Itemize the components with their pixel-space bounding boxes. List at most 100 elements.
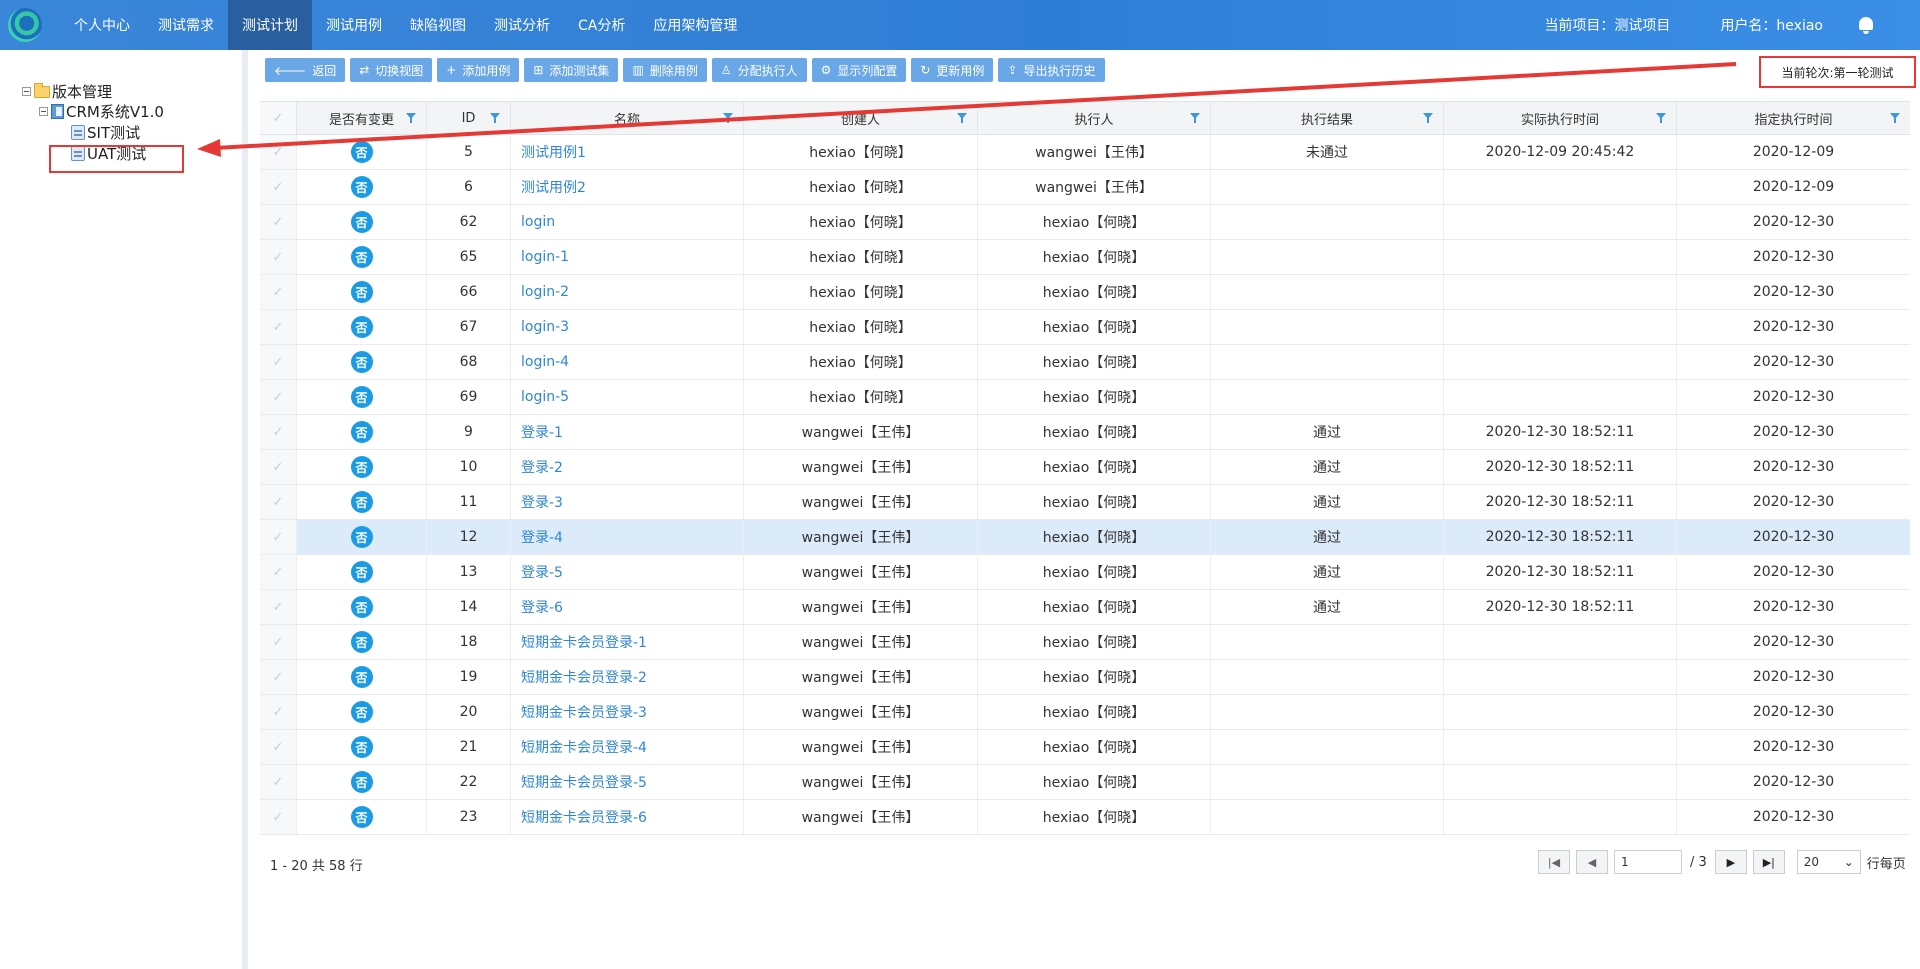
page-input[interactable]: 1 (1614, 850, 1682, 874)
cell-name-link[interactable]: 登录-2 (511, 450, 744, 484)
column-header-id[interactable]: ID (427, 102, 511, 134)
cell-name-link[interactable]: login (511, 205, 744, 239)
table-row[interactable]: ✓ 否 5 测试用例1 hexiao【何晓】 wangwei【王伟】 未通过 2020-12-… (260, 135, 1910, 170)
cell-name-link[interactable]: 短期金卡会员登录-1 (511, 625, 744, 659)
column-header-actual-time[interactable]: 实际执行时间 (1444, 102, 1677, 134)
nav-item[interactable]: 测试计划 (228, 0, 312, 50)
filter-icon[interactable] (723, 113, 733, 123)
row-checkbox[interactable]: ✓ (260, 135, 297, 169)
column-header-creator[interactable]: 创建人 (744, 102, 978, 134)
nav-item[interactable]: 缺陷视图 (396, 0, 480, 50)
table-row[interactable]: ✓ 否 12 登录-4 wangwei【王伟】 hexiao【何晓】 通过 2020-12-3… (260, 520, 1910, 555)
nav-item[interactable]: 应用架构管理 (639, 0, 751, 50)
row-checkbox[interactable]: ✓ (260, 275, 297, 309)
row-checkbox[interactable]: ✓ (260, 520, 297, 554)
filter-icon[interactable] (1890, 113, 1900, 123)
nav-item[interactable]: CA分析 (564, 0, 639, 50)
table-row[interactable]: ✓ 否 11 登录-3 wangwei【王伟】 hexiao【何晓】 通过 2020-12-3… (260, 485, 1910, 520)
column-header-name[interactable]: 名称 (511, 102, 744, 134)
select-all-checkbox[interactable]: ✓ (260, 102, 297, 134)
cell-name-link[interactable]: login-3 (511, 310, 744, 344)
cell-name-link[interactable]: login-1 (511, 240, 744, 274)
row-checkbox[interactable]: ✓ (260, 730, 297, 764)
cell-name-link[interactable]: 短期金卡会员登录-4 (511, 730, 744, 764)
cell-name-link[interactable]: login-5 (511, 380, 744, 414)
row-checkbox[interactable]: ✓ (260, 625, 297, 659)
column-config-button[interactable]: ⚙ 显示列配置 (811, 58, 907, 82)
filter-icon[interactable] (957, 113, 967, 123)
first-page-button[interactable]: |◀ (1538, 850, 1570, 874)
delete-case-button[interactable]: ▥ 删除用例 (623, 58, 707, 82)
column-header-result[interactable]: 执行结果 (1211, 102, 1444, 134)
collapse-icon[interactable] (39, 107, 48, 116)
table-row[interactable]: ✓ 否 23 短期金卡会员登录-6 wangwei【王伟】 hexiao【何晓】 2020-… (260, 800, 1910, 835)
cell-name-link[interactable]: 短期金卡会员登录-5 (511, 765, 744, 799)
cell-name-link[interactable]: 测试用例2 (511, 170, 744, 204)
row-checkbox[interactable]: ✓ (260, 765, 297, 799)
nav-item[interactable]: 测试需求 (144, 0, 228, 50)
row-checkbox[interactable]: ✓ (260, 660, 297, 694)
filter-icon[interactable] (1190, 113, 1200, 123)
export-history-button[interactable]: ⇪ 导出执行历史 (998, 58, 1105, 82)
filter-icon[interactable] (1423, 113, 1433, 123)
table-row[interactable]: ✓ 否 18 短期金卡会员登录-1 wangwei【王伟】 hexiao【何晓】 2020-… (260, 625, 1910, 660)
row-checkbox[interactable]: ✓ (260, 170, 297, 204)
filter-icon[interactable] (406, 113, 416, 123)
row-checkbox[interactable]: ✓ (260, 380, 297, 414)
tree-node-version[interactable]: CRM系统V1.0 (39, 101, 164, 122)
tree-node-root[interactable]: 版本管理 (22, 81, 112, 102)
add-suite-button[interactable]: ⊞ 添加测试集 (524, 58, 619, 82)
column-header-changed[interactable]: 是否有变更 (297, 102, 427, 134)
table-row[interactable]: ✓ 否 66 login-2 hexiao【何晓】 hexiao【何晓】 2020-12-3… (260, 275, 1910, 310)
prev-page-button[interactable]: ◀ (1576, 850, 1608, 874)
row-checkbox[interactable]: ✓ (260, 205, 297, 239)
row-checkbox[interactable]: ✓ (260, 240, 297, 274)
bell-icon[interactable] (1857, 15, 1875, 35)
switch-view-button[interactable]: ⇄ 切换视图 (350, 58, 433, 82)
update-case-button[interactable]: ↻ 更新用例 (911, 58, 994, 82)
cell-name-link[interactable]: 短期金卡会员登录-6 (511, 800, 744, 834)
table-row[interactable]: ✓ 否 65 login-1 hexiao【何晓】 hexiao【何晓】 2020-12-3… (260, 240, 1910, 275)
table-row[interactable]: ✓ 否 13 登录-5 wangwei【王伟】 hexiao【何晓】 通过 2020-12-3… (260, 555, 1910, 590)
table-row[interactable]: ✓ 否 14 登录-6 wangwei【王伟】 hexiao【何晓】 通过 2020-12-3… (260, 590, 1910, 625)
row-checkbox[interactable]: ✓ (260, 310, 297, 344)
table-row[interactable]: ✓ 否 9 登录-1 wangwei【王伟】 hexiao【何晓】 通过 2020-12-30… (260, 415, 1910, 450)
table-row[interactable]: ✓ 否 21 短期金卡会员登录-4 wangwei【王伟】 hexiao【何晓】 2020-… (260, 730, 1910, 765)
nav-item[interactable]: 测试用例 (312, 0, 396, 50)
row-checkbox[interactable]: ✓ (260, 555, 297, 589)
nav-item[interactable]: 测试分析 (480, 0, 564, 50)
table-row[interactable]: ✓ 否 22 短期金卡会员登录-5 wangwei【王伟】 hexiao【何晓】 2020-… (260, 765, 1910, 800)
table-row[interactable]: ✓ 否 20 短期金卡会员登录-3 wangwei【王伟】 hexiao【何晓】 2020-… (260, 695, 1910, 730)
table-row[interactable]: ✓ 否 69 login-5 hexiao【何晓】 hexiao【何晓】 2020-12-3… (260, 380, 1910, 415)
filter-icon[interactable] (1656, 113, 1666, 123)
cell-name-link[interactable]: 登录-3 (511, 485, 744, 519)
row-checkbox[interactable]: ✓ (260, 800, 297, 834)
row-checkbox[interactable]: ✓ (260, 415, 297, 449)
filter-icon[interactable] (490, 113, 500, 123)
cell-name-link[interactable]: 短期金卡会员登录-2 (511, 660, 744, 694)
row-checkbox[interactable]: ✓ (260, 485, 297, 519)
assign-executor-button[interactable]: ♙ 分配执行人 (711, 58, 807, 82)
column-header-due-time[interactable]: 指定执行时间 (1677, 102, 1910, 134)
table-row[interactable]: ✓ 否 67 login-3 hexiao【何晓】 hexiao【何晓】 2020-12-3… (260, 310, 1910, 345)
page-size-select[interactable]: 20 ⌄ (1796, 850, 1861, 874)
row-checkbox[interactable]: ✓ (260, 695, 297, 729)
cell-name-link[interactable]: login-4 (511, 345, 744, 379)
cell-name-link[interactable]: 登录-6 (511, 590, 744, 624)
app-logo[interactable] (0, 0, 50, 50)
column-header-executor[interactable]: 执行人 (978, 102, 1211, 134)
tree-node-sit[interactable]: SIT测试 (71, 122, 140, 143)
table-row[interactable]: ✓ 否 19 短期金卡会员登录-2 wangwei【王伟】 hexiao【何晓】 2020-… (260, 660, 1910, 695)
cell-name-link[interactable]: 测试用例1 (511, 135, 744, 169)
row-checkbox[interactable]: ✓ (260, 450, 297, 484)
nav-item[interactable]: 个人中心 (60, 0, 144, 50)
table-row[interactable]: ✓ 否 10 登录-2 wangwei【王伟】 hexiao【何晓】 通过 2020-12-3… (260, 450, 1910, 485)
table-row[interactable]: ✓ 否 6 测试用例2 hexiao【何晓】 wangwei【王伟】 2020-12-09 (260, 170, 1910, 205)
username[interactable]: 用户名：hexiao (1720, 15, 1823, 35)
row-checkbox[interactable]: ✓ (260, 345, 297, 379)
table-row[interactable]: ✓ 否 68 login-4 hexiao【何晓】 hexiao【何晓】 2020-12-3… (260, 345, 1910, 380)
next-page-button[interactable]: ▶ (1714, 850, 1747, 874)
back-button[interactable]: 🡐 返回 (265, 58, 346, 82)
last-page-button[interactable]: ▶| (1752, 850, 1785, 874)
cell-name-link[interactable]: login-2 (511, 275, 744, 309)
